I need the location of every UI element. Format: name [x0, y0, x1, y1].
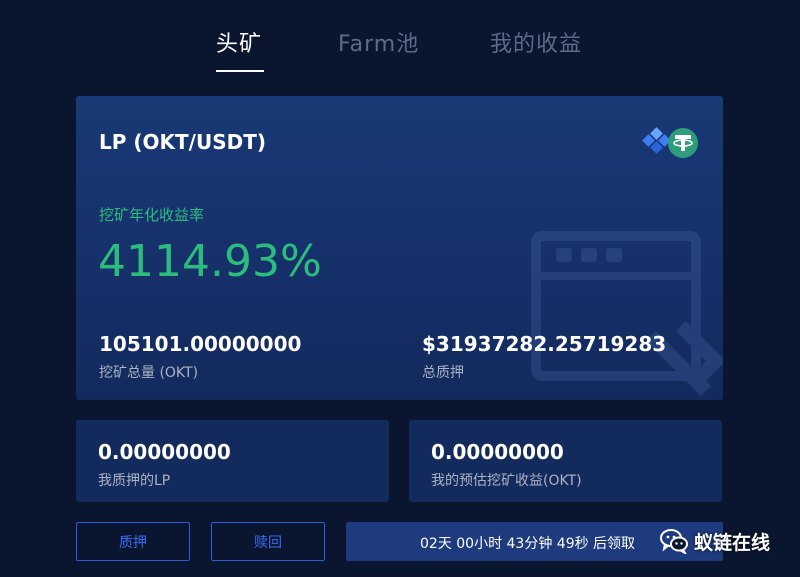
my-estimated-earnings-value: 0.00000000	[431, 440, 564, 464]
token-pair-icons	[642, 127, 698, 158]
tab-farm-pool[interactable]: Farm池	[338, 26, 419, 58]
my-staked-lp-label: 我质押的LP	[98, 473, 171, 489]
okex-chain-icon	[642, 127, 671, 154]
wechat-watermark: 蚁链在线	[652, 522, 792, 560]
apy-value: 4114.93%	[98, 236, 322, 287]
my-staked-lp-value: 0.00000000	[98, 440, 231, 464]
my-estimated-earnings-label: 我的预估挖矿收益(OKT)	[431, 473, 582, 489]
pool-title: LP (OKT/USDT)	[99, 130, 266, 154]
stake-button[interactable]: 质押	[76, 522, 190, 561]
tether-icon	[668, 128, 698, 158]
tab-my-earnings[interactable]: 我的收益	[490, 26, 582, 58]
browser-window-watermark-icon	[531, 231, 723, 396]
claim-countdown-text: 02天 00小时 43分钟 49秒 后领取	[420, 536, 636, 552]
wechat-icon	[660, 529, 688, 554]
my-staked-lp-card: 0.00000000 我质押的LP	[76, 420, 389, 502]
pool-card: LP (OKT/USDT) 挖矿年化收益率 4114.93% 105101.00…	[76, 96, 723, 400]
tab-head-mining[interactable]: 头矿	[216, 26, 262, 58]
my-estimated-earnings-card: 0.00000000 我的预估挖矿收益(OKT)	[409, 420, 722, 502]
tab-bar: 头矿 Farm池 我的收益	[0, 0, 800, 90]
total-mined-label: 挖矿总量 (OKT)	[99, 365, 199, 381]
redeem-button[interactable]: 赎回	[211, 522, 325, 561]
active-tab-underline	[216, 70, 264, 72]
total-mined-value: 105101.00000000	[99, 332, 302, 356]
total-staked-label: 总质押	[422, 365, 464, 381]
watermark-text: 蚁链在线	[694, 532, 771, 554]
apy-label: 挖矿年化收益率	[99, 206, 205, 224]
total-staked-value: $31937282.25719283	[422, 332, 667, 356]
